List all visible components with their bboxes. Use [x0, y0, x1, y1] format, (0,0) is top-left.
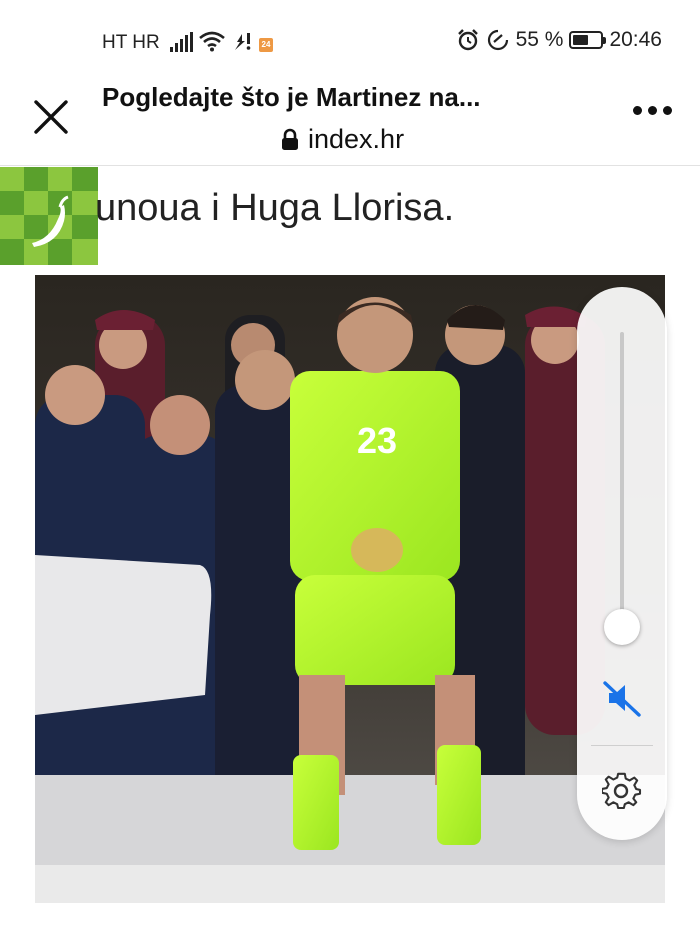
url-text: index.hr: [308, 124, 405, 154]
more-icon-dot: [633, 106, 642, 115]
more-icon-dot: [663, 106, 672, 115]
article-photo[interactable]: 23: [35, 275, 665, 903]
sound-settings-button[interactable]: [601, 771, 643, 813]
volume-panel: [577, 287, 667, 840]
alarm-icon: [457, 29, 478, 51]
settings-icon: [602, 772, 642, 810]
battery-fill: [573, 35, 588, 45]
svg-text:23: 23: [357, 420, 397, 461]
volume-slider-handle[interactable]: [604, 608, 640, 645]
clock: 20:46: [609, 28, 662, 51]
mute-icon: [603, 681, 641, 717]
status-bar: HT HR 24 55 % 20:46: [0, 0, 700, 80]
carrier-label: HT HR: [102, 32, 160, 53]
divider: [591, 745, 653, 746]
chili-logo-icon: [0, 167, 98, 265]
mute-button[interactable]: [599, 675, 645, 721]
browser-header: Pogledajte što je Martinez na... index.h…: [0, 80, 700, 166]
site-logo[interactable]: [0, 167, 98, 265]
lock-icon: [282, 128, 298, 150]
volume-slider-track[interactable]: [620, 332, 624, 642]
app-badge-icon: 24: [259, 38, 273, 52]
close-icon: [34, 100, 68, 134]
url-bar[interactable]: index.hr: [280, 124, 404, 155]
battery-icon: [569, 31, 607, 49]
article-text: unoua i Huga Llorisa.: [95, 187, 455, 229]
more-options-button[interactable]: [633, 106, 672, 115]
battery-percent: 55 %: [515, 28, 564, 51]
page-title: Pogledajte što je Martinez na...: [102, 82, 481, 112]
status-icons-left: 24: [170, 28, 273, 52]
close-button[interactable]: [28, 94, 74, 140]
data-saver-icon: [487, 29, 508, 51]
wifi-icon: [199, 31, 225, 52]
ceremony-photo: 23: [35, 275, 665, 903]
signal-icon: [170, 32, 193, 52]
more-icon-dot: [648, 106, 657, 115]
notification-icon: [235, 33, 251, 50]
status-icons-right: 55 % 20:46: [456, 28, 662, 52]
